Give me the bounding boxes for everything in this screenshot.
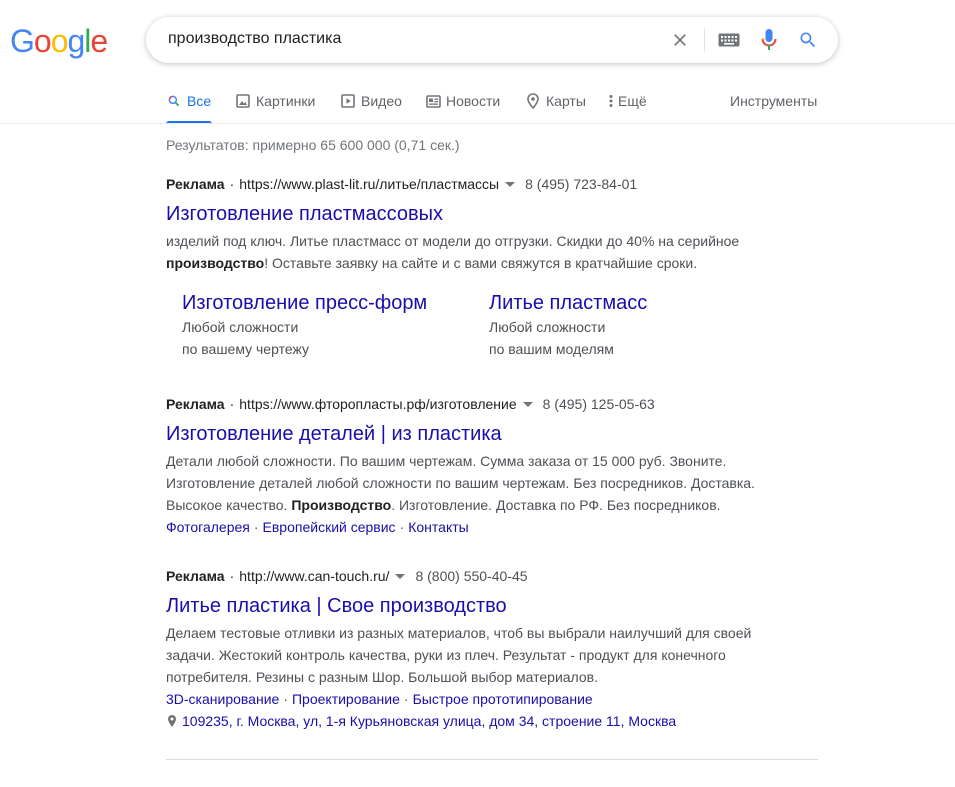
header-divider bbox=[0, 123, 955, 124]
ad-title-link[interactable]: Изготовление пластмассовых bbox=[166, 201, 766, 227]
tab-maps[interactable]: Карты bbox=[525, 88, 586, 124]
image-icon bbox=[235, 93, 251, 109]
sitelink-desc: по вашим моделям bbox=[489, 341, 614, 357]
ad-title-link[interactable]: Изготовление деталей | из пластика bbox=[166, 421, 766, 447]
close-icon[interactable] bbox=[668, 28, 692, 52]
ad-url[interactable]: http://www.can-touch.ru/ bbox=[239, 567, 389, 585]
dropdown-caret-icon[interactable] bbox=[522, 401, 533, 407]
tab-label: Карты bbox=[546, 93, 586, 109]
address-link[interactable]: 109235, г. Москва, ул, 1-я Курьяновская … bbox=[182, 710, 676, 732]
logo-letter: e bbox=[90, 23, 108, 59]
ad-phone[interactable]: 8 (800) 550-40-45 bbox=[415, 567, 527, 585]
tab-label: Все bbox=[187, 93, 212, 109]
keyboard-icon[interactable] bbox=[717, 28, 741, 52]
separator-dot: · bbox=[229, 176, 235, 192]
ad-description: Делаем тестовые отливки из разных матери… bbox=[166, 625, 752, 685]
tab-label: Ещё bbox=[618, 93, 647, 109]
ad-url[interactable]: https://www.plast-lit.ru/литье/пластмасс… bbox=[239, 175, 499, 193]
tab-label: Картинки bbox=[256, 93, 316, 109]
separator-dot: · bbox=[403, 691, 409, 707]
tab-label: Новости bbox=[446, 93, 501, 109]
search-box[interactable]: производство пластика bbox=[146, 17, 838, 63]
ad-description: Детали любой сложности. По вашим чертежа… bbox=[166, 450, 766, 516]
ad-result: Реклама · http://www.can-touch.ru/ 8 (80… bbox=[166, 567, 766, 732]
dropdown-caret-icon[interactable] bbox=[505, 181, 516, 187]
results-divider bbox=[166, 759, 818, 760]
result-stats: Результатов: примерно 65 600 000 (0,71 с… bbox=[166, 137, 460, 153]
logo-letter: G bbox=[10, 23, 35, 59]
map-pin-icon bbox=[525, 93, 541, 109]
inline-sitelinks: 3D-сканирование · Проектирование · Быстрое п… bbox=[166, 688, 766, 710]
sitelink-title[interactable]: Литье пластмасс bbox=[489, 290, 789, 316]
separator-dot: · bbox=[283, 691, 288, 707]
separator-dot: · bbox=[229, 396, 235, 412]
sitelink-desc: по вашему чертежу bbox=[182, 341, 309, 357]
search-divider bbox=[704, 28, 705, 52]
logo-letter: o bbox=[50, 23, 69, 59]
ad-url[interactable]: https://www.фторопласты.рф/изготовление bbox=[239, 395, 516, 413]
video-icon bbox=[340, 93, 356, 109]
ad-address: 109235, г. Москва, ул, 1-я Курьяновская … bbox=[166, 710, 766, 732]
dropdown-caret-icon[interactable] bbox=[395, 573, 406, 579]
separator-dot: · bbox=[253, 519, 259, 535]
sitelink-contacts[interactable]: Контакты bbox=[408, 519, 468, 535]
logo-letter: g bbox=[67, 23, 85, 59]
mic-icon[interactable] bbox=[757, 28, 781, 52]
sitelink: Литье пластмасс Любой сложности по вашим… bbox=[489, 290, 789, 360]
sitelink-european-service[interactable]: Европейский сервис bbox=[263, 519, 396, 535]
separator-dot: · bbox=[229, 568, 235, 584]
ad-phone[interactable]: 8 (495) 723-84-01 bbox=[525, 175, 637, 193]
ad-desc-text: изделий под ключ. Литье пластмасс от мод… bbox=[166, 233, 740, 249]
sitelink: Изготовление пресс-форм Любой сложности … bbox=[182, 290, 482, 360]
sitelink-rapid-prototyping[interactable]: Быстрое прототипирование bbox=[413, 691, 593, 707]
ad-desc-bold: Производство bbox=[291, 497, 392, 513]
sitelink-design[interactable]: Проектирование bbox=[292, 691, 400, 707]
tab-video[interactable]: Видео bbox=[340, 88, 402, 124]
location-pin-icon bbox=[166, 713, 178, 729]
inline-sitelinks: Фотогалерея · Европейский сервис · Контакты bbox=[166, 516, 766, 538]
google-logo[interactable]: Google bbox=[10, 23, 108, 59]
ad-result: Реклама · https://www.plast-lit.ru/литье… bbox=[166, 175, 766, 274]
sitelink-title[interactable]: Изготовление пресс-форм bbox=[182, 290, 482, 316]
ad-desc-text: ! Оставьте заявку на сайте и с вами свяж… bbox=[264, 255, 698, 271]
tab-news[interactable]: Новости bbox=[425, 88, 500, 124]
tab-all[interactable]: Все bbox=[166, 88, 212, 124]
ad-phone[interactable]: 8 (495) 125-05-63 bbox=[543, 395, 655, 413]
ad-label: Реклама bbox=[166, 176, 225, 192]
ad-label: Реклама bbox=[166, 396, 225, 412]
sitelink-3d-scanning[interactable]: 3D-сканирование bbox=[166, 691, 279, 707]
search-icon[interactable] bbox=[796, 28, 820, 52]
news-icon bbox=[425, 93, 441, 109]
sitelinks: Изготовление пресс-форм Любой сложности … bbox=[182, 290, 802, 360]
more-vert-icon bbox=[608, 93, 614, 109]
logo-letter: o bbox=[33, 23, 52, 59]
sitelink-desc: Любой сложности bbox=[182, 319, 299, 335]
search-input[interactable]: производство пластика bbox=[168, 30, 341, 48]
tab-images[interactable]: Картинки bbox=[235, 88, 315, 124]
search-icon bbox=[166, 93, 182, 109]
tab-label: Видео bbox=[361, 93, 402, 109]
ad-desc-bold: производство bbox=[166, 255, 265, 271]
ad-label: Реклама bbox=[166, 568, 225, 584]
tools-button[interactable]: Инструменты bbox=[730, 93, 817, 109]
separator-dot: · bbox=[399, 519, 405, 535]
ad-desc-text: . Изготовление. Доставка по РФ. Без поср… bbox=[391, 497, 721, 513]
ad-result: Реклама · https://www.фторопласты.рф/изг… bbox=[166, 395, 766, 538]
ad-title-link[interactable]: Литье пластика | Свое производство bbox=[166, 593, 766, 619]
tab-more[interactable]: Ещё bbox=[608, 88, 647, 124]
sitelink-photo-gallery[interactable]: Фотогалерея bbox=[166, 519, 250, 535]
sitelink-desc: Любой сложности bbox=[489, 319, 606, 335]
ad-description: изделий под ключ. Литье пластмасс от мод… bbox=[166, 230, 766, 274]
